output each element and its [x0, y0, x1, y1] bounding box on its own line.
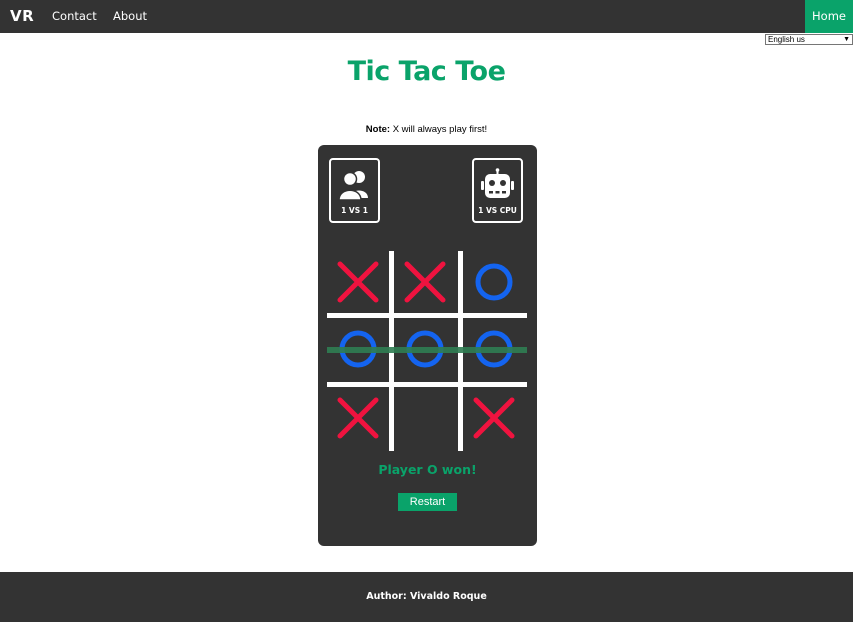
board-cell-3[interactable] — [464, 252, 524, 312]
x-mark-icon — [337, 261, 379, 303]
restart-button[interactable]: Restart — [398, 493, 457, 511]
page-title: Tic Tac Toe — [347, 56, 506, 87]
o-mark-icon — [475, 263, 513, 301]
language-select[interactable]: English us ▼ — [765, 34, 853, 45]
game-status: Player O won! — [378, 462, 477, 477]
board-cell-9[interactable] — [464, 388, 524, 448]
robot-icon — [481, 168, 514, 198]
note-text: Note: X will always play first! — [0, 124, 853, 135]
game-board — [327, 251, 527, 451]
users-icon — [338, 171, 368, 201]
x-mark-icon — [473, 397, 515, 439]
language-select-value: English us — [768, 35, 805, 44]
mode-cpu-label: 1 VS CPU — [478, 206, 517, 215]
board-cell-2[interactable] — [395, 252, 455, 312]
game-panel: 1 VS 1 1 VS CPU Player O won! Restart — [318, 145, 537, 546]
mode-cpu-button[interactable]: 1 VS CPU — [472, 158, 523, 223]
nav-link-contact[interactable]: Contact — [52, 0, 97, 33]
navbar: VR Contact About Home — [0, 0, 853, 33]
brand-logo[interactable]: VR — [10, 0, 34, 33]
board-cell-7[interactable] — [328, 388, 388, 448]
chevron-down-icon: ▼ — [843, 36, 850, 43]
x-mark-icon — [404, 261, 446, 303]
footer: Author: Vivaldo Roque — [0, 572, 853, 622]
board-cell-8[interactable] — [395, 388, 455, 448]
nav-link-home[interactable]: Home — [805, 0, 853, 33]
nav-link-about[interactable]: About — [113, 0, 147, 33]
winning-line — [327, 347, 527, 353]
mode-1v1-label: 1 VS 1 — [341, 206, 368, 215]
mode-1v1-button[interactable]: 1 VS 1 — [329, 158, 380, 223]
x-mark-icon — [337, 397, 379, 439]
footer-author: Author: Vivaldo Roque — [366, 591, 487, 602]
board-cell-1[interactable] — [328, 252, 388, 312]
note-body: X will always play first! — [390, 124, 488, 135]
note-prefix: Note: — [365, 124, 391, 135]
